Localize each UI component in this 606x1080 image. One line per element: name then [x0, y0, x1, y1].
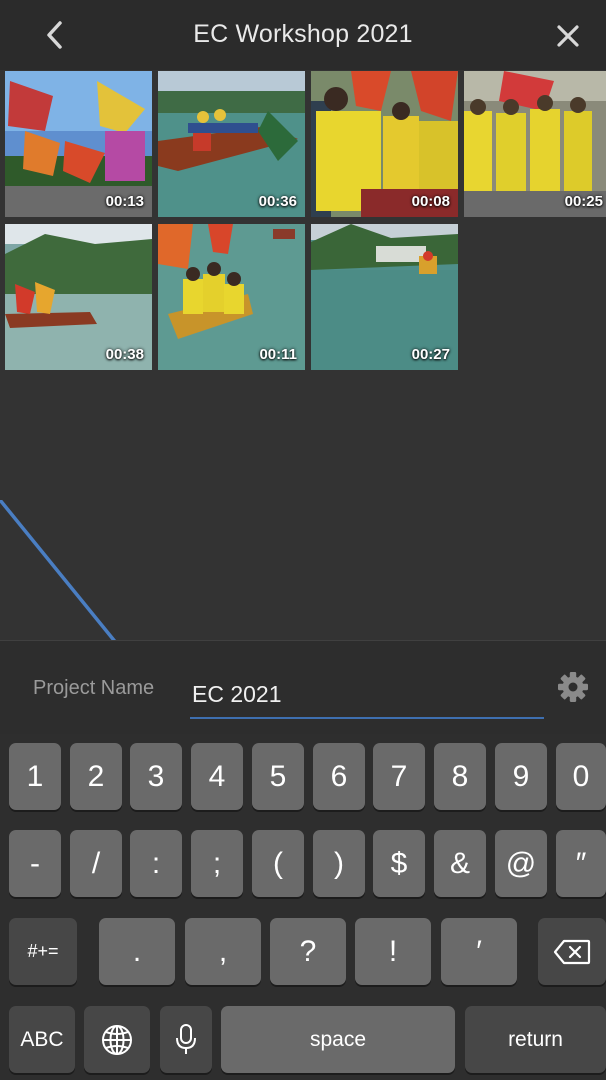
key-close-paren[interactable]: )	[313, 830, 365, 897]
backspace-icon	[553, 939, 591, 964]
page-title: EC Workshop 2021	[193, 20, 413, 48]
return-key[interactable]: return	[465, 1006, 606, 1073]
key-hyphen[interactable]: -	[9, 830, 61, 897]
key-more-symbols[interactable]: #+=	[9, 918, 77, 985]
key-2[interactable]: 2	[70, 743, 122, 810]
key-7[interactable]: 7	[373, 743, 425, 810]
clip-duration: 00:27	[411, 346, 450, 363]
video-thumbnail[interactable]: 00:27	[311, 224, 458, 370]
key-ampersand[interactable]: &	[434, 830, 486, 897]
key-6[interactable]: 6	[313, 743, 365, 810]
video-thumbnail[interactable]: 00:08	[311, 71, 458, 217]
video-thumbnail[interactable]: 00:11	[158, 224, 305, 370]
key-5[interactable]: 5	[252, 743, 304, 810]
key-at[interactable]: @	[495, 830, 547, 897]
clip-duration: 00:36	[258, 193, 297, 210]
key-3[interactable]: 3	[130, 743, 182, 810]
globe-key[interactable]	[84, 1006, 150, 1073]
key-1[interactable]: 1	[9, 743, 61, 810]
close-icon	[557, 25, 579, 47]
key-comma[interactable]: ,	[185, 918, 261, 985]
clip-duration: 00:11	[259, 346, 297, 363]
key-open-paren[interactable]: (	[252, 830, 304, 897]
key-question[interactable]: ?	[270, 918, 346, 985]
globe-icon	[102, 1024, 132, 1055]
key-exclamation[interactable]: !	[355, 918, 431, 985]
project-name-bar: Project Name	[0, 640, 606, 735]
key-period[interactable]: .	[99, 918, 175, 985]
clip-duration: 00:08	[411, 193, 450, 210]
project-name-input[interactable]	[190, 671, 544, 719]
key-colon[interactable]: :	[130, 830, 182, 897]
clip-duration: 00:13	[105, 193, 144, 210]
key-apostrophe[interactable]: ′	[441, 918, 517, 985]
clip-duration: 00:25	[564, 193, 603, 210]
settings-button[interactable]	[556, 670, 590, 704]
video-thumbnail[interactable]: 00:13	[5, 71, 152, 217]
microphone-key[interactable]	[160, 1006, 212, 1073]
key-0[interactable]: 0	[556, 743, 606, 810]
gear-icon	[558, 672, 588, 702]
key-8[interactable]: 8	[434, 743, 486, 810]
backspace-key[interactable]	[538, 918, 606, 985]
key-4[interactable]: 4	[191, 743, 243, 810]
key-dollar[interactable]: $	[373, 830, 425, 897]
key-double-quote[interactable]: ″	[556, 830, 606, 897]
video-thumbnail[interactable]: 00:25	[464, 71, 606, 217]
header-bar: EC Workshop 2021	[0, 0, 606, 70]
clip-duration: 00:38	[105, 346, 144, 363]
microphone-icon	[176, 1023, 196, 1054]
key-slash[interactable]: /	[70, 830, 122, 897]
key-9[interactable]: 9	[495, 743, 547, 810]
video-thumbnail[interactable]: 00:36	[158, 71, 305, 217]
key-semicolon[interactable]: ;	[191, 830, 243, 897]
project-name-label: Project Name	[33, 677, 155, 699]
space-key[interactable]: space	[221, 1006, 455, 1073]
key-abc[interactable]: ABC	[9, 1006, 75, 1073]
close-button[interactable]	[552, 20, 584, 52]
video-thumbnail[interactable]: 00:38	[5, 224, 152, 370]
